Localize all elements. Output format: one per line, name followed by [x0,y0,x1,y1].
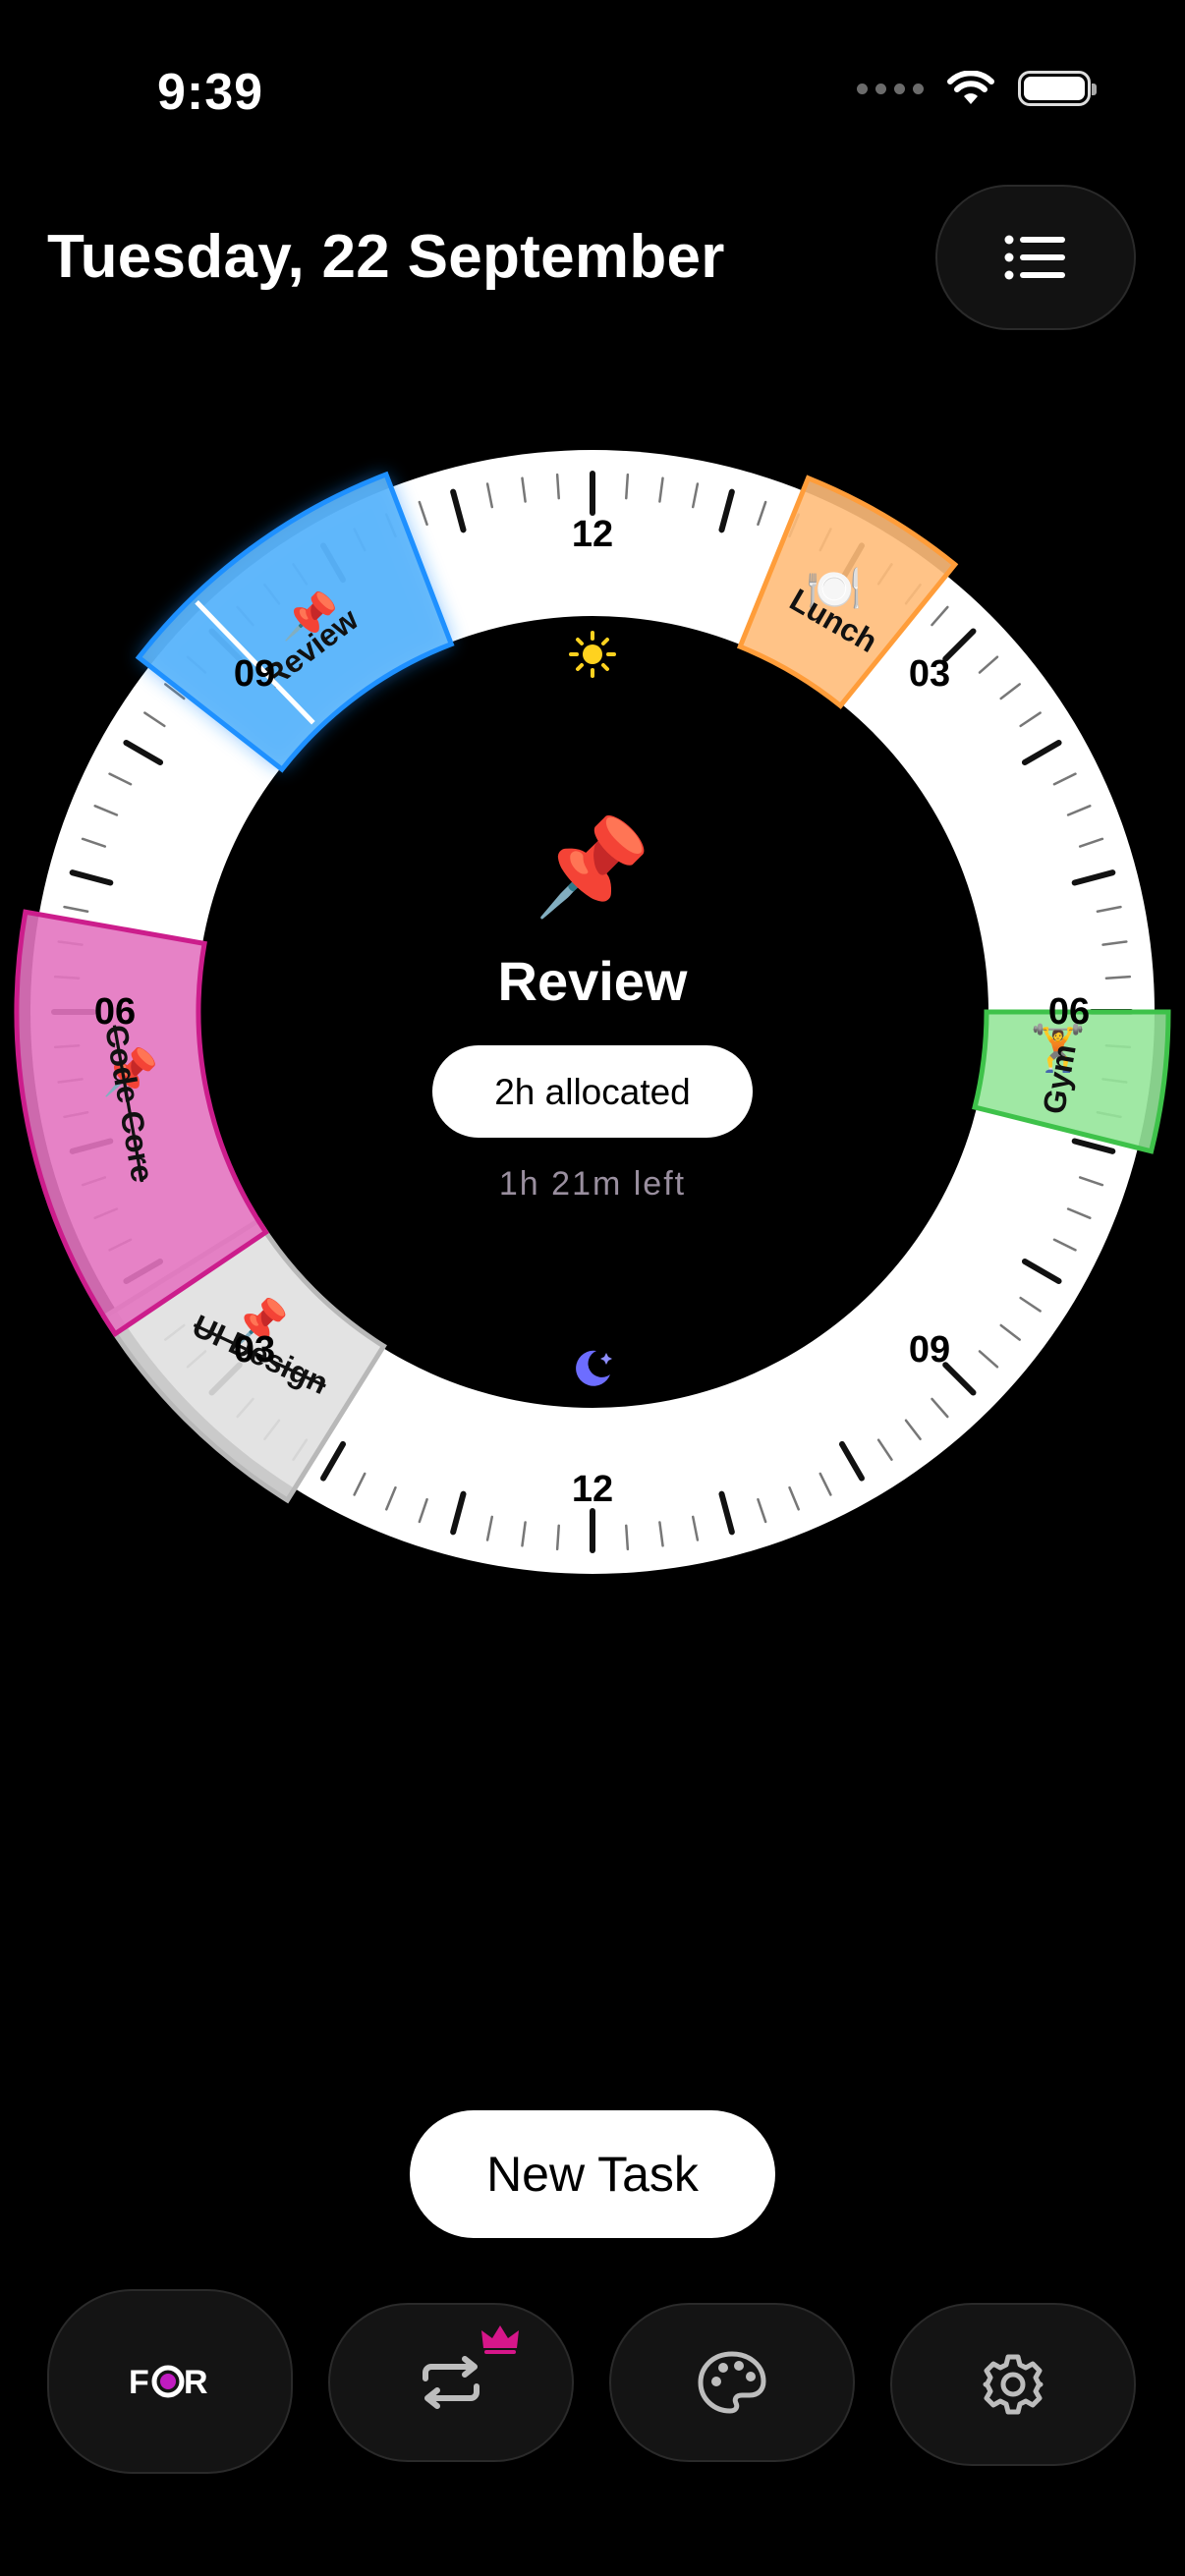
clock-tick [625,1524,630,1551]
hour-label-12-top: 12 [572,514,613,555]
hour-label-12-bottom: 12 [572,1469,613,1510]
tab-repeat[interactable] [328,2303,574,2462]
tab-settings[interactable] [890,2303,1136,2466]
new-task-button[interactable]: New Task [410,2110,775,2238]
hour-label-03-top: 03 [909,653,950,695]
gear-icon [983,2354,1044,2415]
palette-icon [698,2351,766,2414]
tab-theme[interactable] [609,2303,855,2462]
tab-focus[interactable]: F R [47,2289,293,2474]
list-button[interactable] [935,185,1136,330]
status-time: 9:39 [157,64,264,121]
hour-label-06-left: 06 [94,991,136,1033]
hour-label-09-bottom: 09 [909,1329,950,1371]
allocated-text: 2h allocated [494,1072,691,1112]
list-icon [1004,235,1065,280]
hour-label-03-bottom: 03 [234,1329,275,1371]
status-bar: 9:39 [0,0,1185,187]
page-title: Tuesday, 22 September [47,223,725,291]
day-clock[interactable]: 📌Review🍽️Lunch🏋️Gym📌UI Design📌Code Core … [0,413,1185,1631]
clock-tick [555,1524,560,1551]
svg-text:📌: 📌 [534,811,651,920]
current-task-name: Review [498,950,688,1012]
repeat-icon [423,2356,480,2409]
hour-label-06-right: 06 [1048,991,1090,1033]
battery-icon [1018,71,1097,106]
hour-label-09-top: 09 [234,653,275,695]
clock-tick [1104,975,1132,980]
wifi-icon [947,71,994,104]
tab-focus-label-r: R [184,2364,208,2401]
crown-icon [481,2325,519,2354]
focus-logo-icon: F R [129,2364,208,2401]
time-left-text: 1h 21m left [499,1165,686,1203]
current-task-pin-icon: 📌 [534,811,651,920]
clock-tick [625,473,630,500]
cellular-icon [857,83,924,94]
sun-icon [569,631,616,678]
tab-focus-label-f: F [129,2364,149,2401]
clock-tick [555,473,560,500]
status-icons [857,71,1097,106]
